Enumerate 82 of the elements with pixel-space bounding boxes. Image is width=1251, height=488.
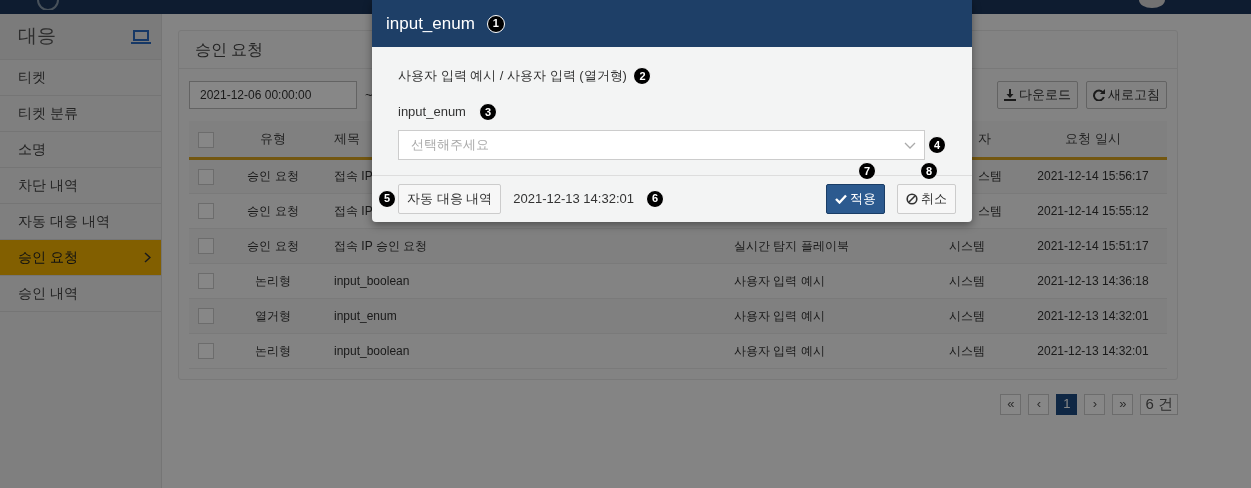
table-cell: 스템	[978, 169, 1002, 183]
callout-marker: 4	[928, 136, 946, 154]
table-cell: 사용자 입력 예시	[734, 273, 825, 288]
column-header: 자	[978, 131, 991, 146]
sidebar-item[interactable]: 승인 내역	[0, 276, 161, 312]
range-separator: ~	[365, 86, 373, 105]
table-cell: 2021-12-14 15:55:12	[1037, 203, 1149, 218]
callout-marker: 5	[378, 189, 396, 208]
date-field[interactable]: 2021-12-06 00:00:00	[189, 81, 357, 109]
checkbox[interactable]	[198, 273, 214, 290]
checkbox[interactable]	[198, 131, 214, 148]
history-button[interactable]: 자동 대응 내역	[398, 183, 502, 214]
table-cell: 시스템	[948, 343, 985, 358]
field-label: input_enum	[398, 103, 466, 122]
table-cell: 승인 요청	[247, 238, 299, 253]
checkbox[interactable]	[198, 343, 214, 360]
table-cell: 시스템	[948, 273, 985, 288]
chevron-icon	[144, 252, 151, 263]
table-cell: 논리형	[255, 273, 291, 288]
table-cell: 접속 IP 승인 요청	[334, 238, 428, 253]
callout-marker: 3	[478, 103, 497, 121]
avatar-icon[interactable]	[1139, 0, 1165, 8]
select-field[interactable]: 선택해주세요	[398, 130, 925, 160]
refresh-button[interactable]: 새로고침	[1086, 81, 1167, 109]
previous-page-button[interactable]: ‹	[1028, 393, 1050, 415]
table-cell: 스템	[978, 203, 1002, 218]
refresh-icon	[1093, 89, 1105, 101]
column-header: 제목	[334, 131, 360, 146]
table-cell: 시스템	[948, 308, 985, 323]
sidebar-item[interactable]: 승인 요청	[0, 240, 161, 276]
download-button[interactable]: 다운로드	[997, 81, 1078, 109]
table-cell: 접속 IP	[334, 203, 373, 218]
table-cell: input_enum	[334, 308, 397, 323]
checkbox[interactable]	[198, 238, 214, 255]
table-cell: 사용자 입력 예시	[734, 343, 825, 358]
column-header: 유형	[260, 131, 286, 146]
table-cell: 열거형	[255, 308, 291, 323]
cancel-button[interactable]: 취소	[897, 183, 956, 214]
checkbox[interactable]	[198, 168, 214, 185]
table-cell: 2021-12-13 14:32:01	[1037, 343, 1149, 358]
monitor-icon[interactable]	[131, 28, 151, 45]
apply-button[interactable]: 적용	[826, 183, 885, 214]
callout-marker: 7	[858, 162, 876, 180]
timestamp: 2021-12-13 14:32:01	[513, 189, 634, 208]
table-cell: 실시간 탐지 플레이북	[734, 238, 849, 253]
callout-marker: 1	[486, 14, 505, 33]
table-cell: input_boolean	[334, 273, 410, 288]
table-cell: 2021-12-14 15:56:17	[1037, 169, 1149, 183]
chevron-down-icon	[903, 141, 916, 149]
table-cell: 사용자 입력 예시	[734, 308, 825, 323]
sidebar-item[interactable]: 소명	[0, 132, 161, 168]
checkbox[interactable]	[198, 203, 214, 220]
download-icon	[1004, 89, 1016, 101]
dialog-subtitle: 사용자 입력 예시 / 사용자 입력 (열거형)	[398, 67, 627, 86]
checkbox[interactable]	[198, 308, 214, 325]
dialog-title: input_enum	[386, 12, 475, 35]
logo-icon	[36, 0, 60, 10]
table-cell: 시스템	[948, 238, 985, 253]
sidebar-item[interactable]: 티켓 분류	[0, 96, 161, 132]
total-count: 6 건	[1140, 393, 1178, 415]
first-page-button[interactable]: «	[1000, 393, 1022, 415]
panel-title: 승인 요청	[195, 39, 264, 60]
table-cell: 2021-12-13 14:36:18	[1037, 273, 1149, 288]
callout-marker: 2	[633, 67, 652, 85]
check-icon	[835, 193, 847, 204]
sidebar-title: 대응	[18, 24, 56, 49]
table-cell: 2021-12-14 15:51:17	[1037, 238, 1149, 253]
sidebar-item[interactable]: 티켓	[0, 60, 161, 96]
table-cell: 접속 IP	[334, 169, 373, 183]
table-cell: 2021-12-13 14:32:01	[1037, 308, 1149, 323]
next-page-button[interactable]: ›	[1084, 393, 1106, 415]
table-cell: input_boolean	[334, 343, 410, 358]
table-cell: 승인 요청	[247, 169, 299, 183]
ban-icon	[906, 192, 918, 205]
callout-marker: 8	[920, 162, 938, 180]
table-cell: 승인 요청	[247, 203, 299, 218]
last-page-button[interactable]: »	[1112, 393, 1134, 415]
callout-marker: 6	[645, 189, 664, 208]
column-header: 요청 일시	[1065, 131, 1121, 146]
sidebar-item[interactable]: 차단 내역	[0, 168, 161, 204]
table-cell: 논리형	[255, 343, 291, 358]
page-button[interactable]: 1	[1056, 393, 1078, 415]
